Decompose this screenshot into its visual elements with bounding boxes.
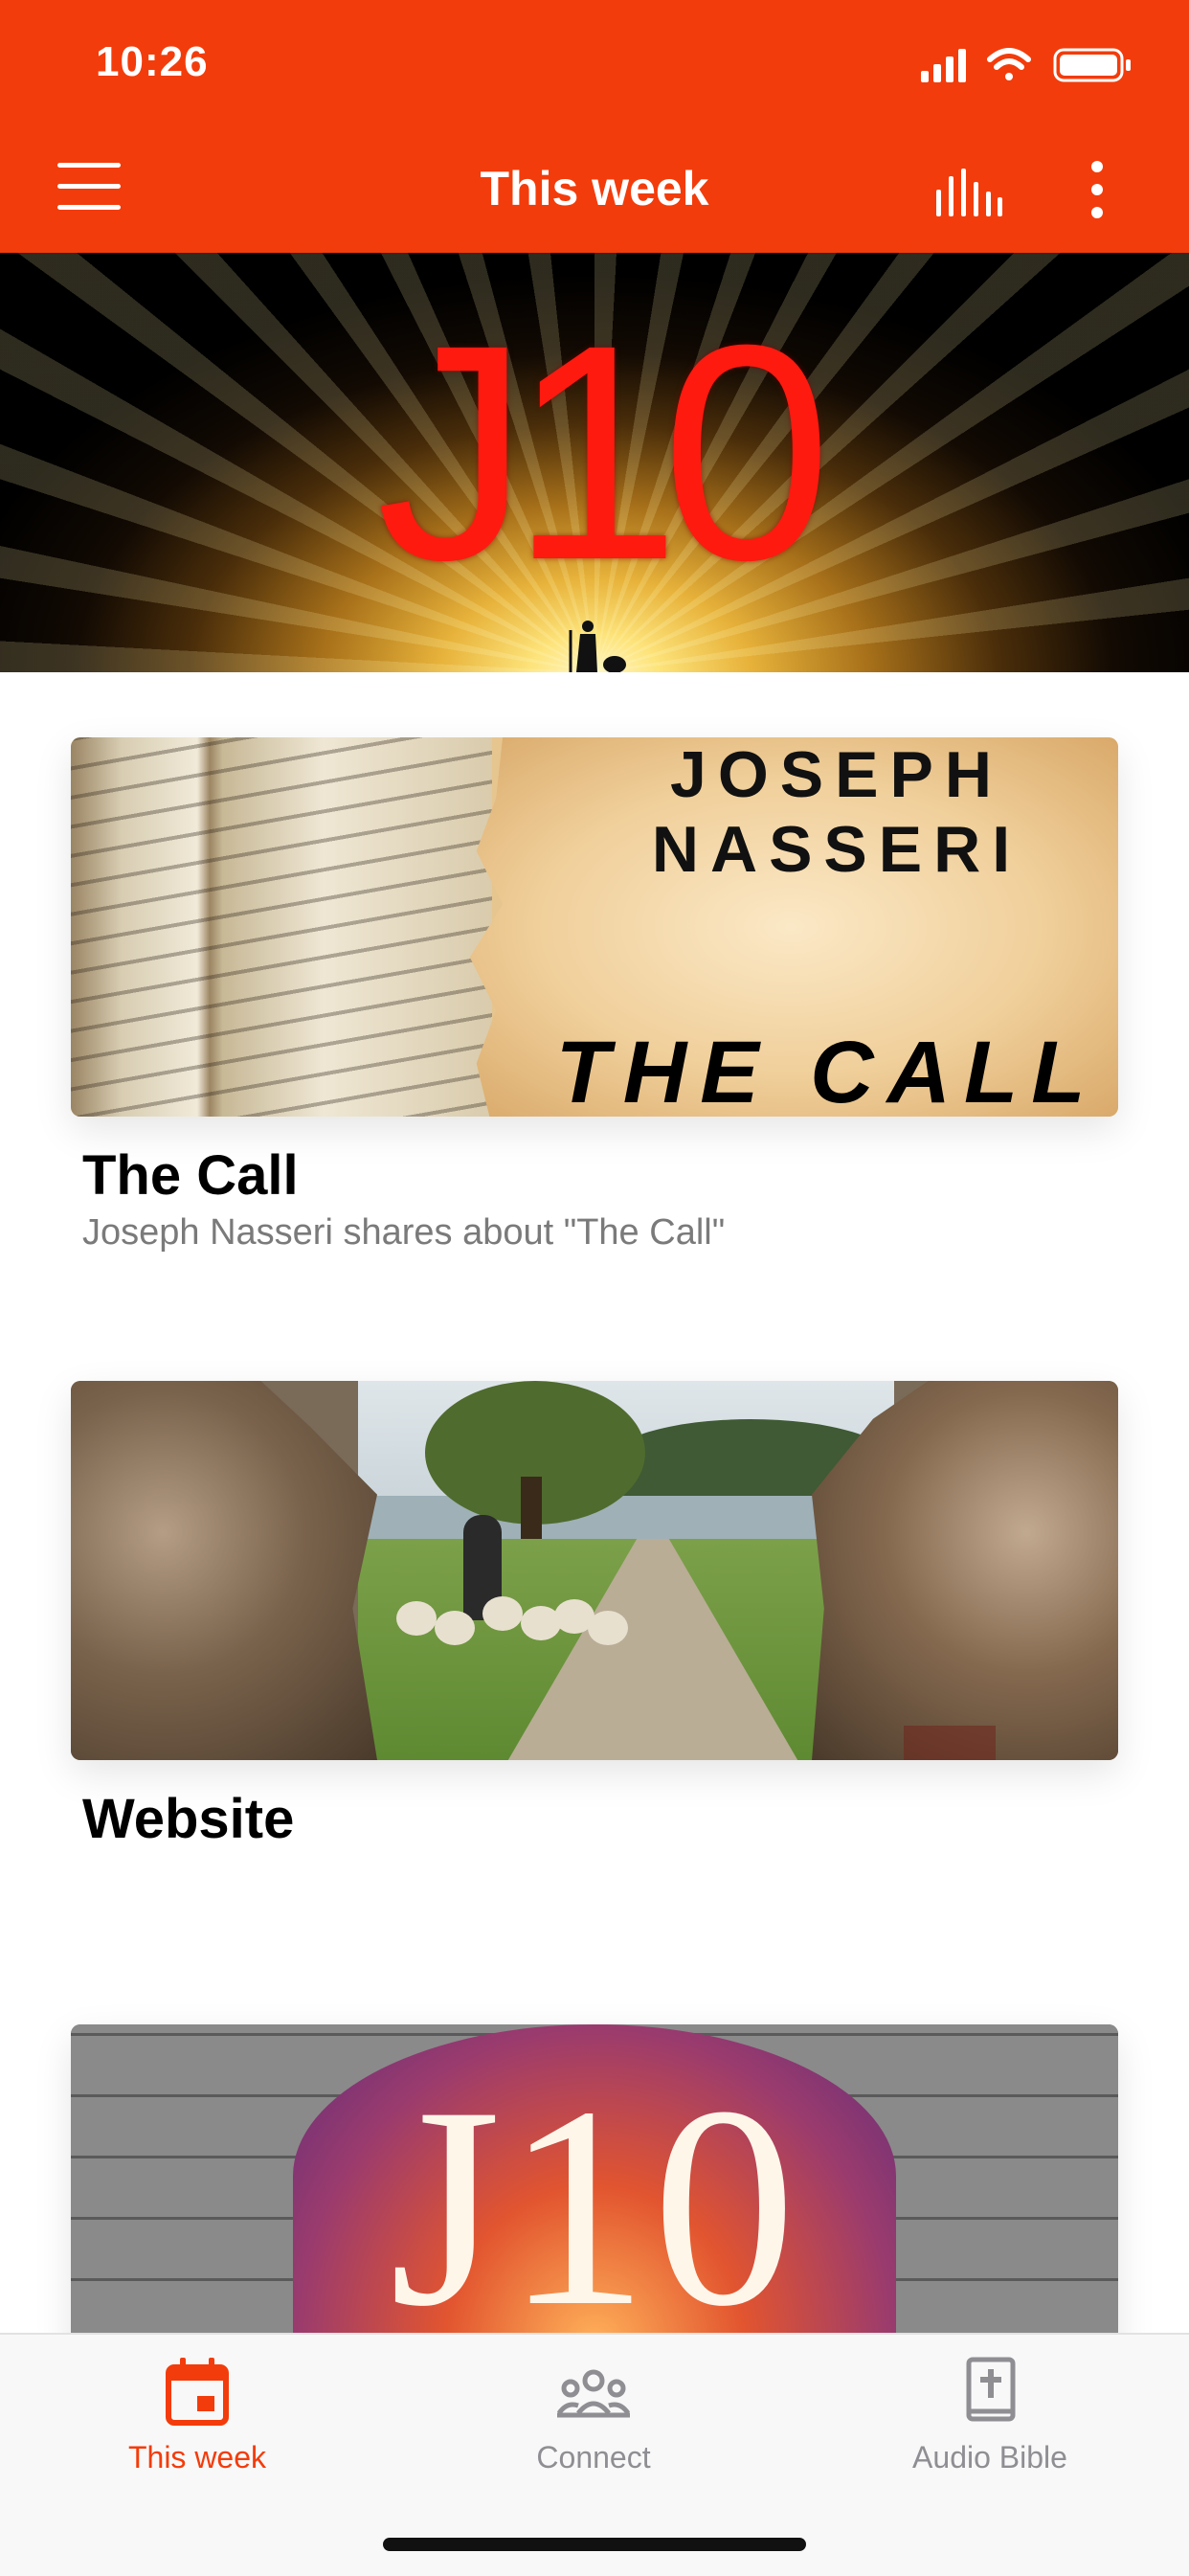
tab-connect[interactable]: Connect bbox=[450, 2354, 737, 2475]
hero-banner: J10 bbox=[0, 253, 1189, 672]
tab-label: This week bbox=[127, 2440, 267, 2474]
people-icon bbox=[556, 2369, 631, 2418]
tab-audio-bible[interactable]: Audio Bible bbox=[846, 2354, 1133, 2475]
stone-wall-left bbox=[71, 1381, 377, 1760]
sheep bbox=[588, 1611, 628, 1645]
status-icons bbox=[921, 48, 1131, 82]
calendar-icon bbox=[166, 2358, 229, 2426]
more-vertical-icon[interactable] bbox=[1086, 159, 1109, 220]
content-card-the-call[interactable]: JOSEPH NASSERI THE CALL The Call Joseph … bbox=[71, 737, 1118, 1254]
app-header: 10:26 This week bbox=[0, 0, 1189, 253]
sheep bbox=[396, 1601, 437, 1636]
watermark-logo bbox=[904, 1726, 996, 1760]
stone-wall-right bbox=[812, 1381, 1118, 1760]
card-image[interactable]: JOSEPH NASSERI THE CALL bbox=[71, 737, 1118, 1117]
card-subtitle: Joseph Nasseri shares about "The Call" bbox=[82, 1211, 726, 1253]
cellular-signal-icon bbox=[921, 49, 966, 82]
page-title: This week bbox=[480, 162, 709, 215]
equalizer-icon[interactable] bbox=[934, 169, 1003, 216]
card-title[interactable]: The Call bbox=[82, 1145, 1118, 1207]
image-logo: J10 bbox=[389, 2047, 800, 2365]
sheep bbox=[435, 1611, 475, 1645]
battery-icon bbox=[1053, 48, 1131, 82]
image-caption-title: THE CALL bbox=[555, 1024, 1099, 1117]
tab-label: Audio Bible bbox=[912, 2440, 1067, 2474]
bible-icon bbox=[966, 2357, 1016, 2422]
shepherd-silhouette-icon bbox=[569, 621, 626, 672]
tab-label: Connect bbox=[536, 2440, 651, 2474]
status-time: 10:26 bbox=[96, 38, 209, 85]
home-indicator[interactable] bbox=[383, 2538, 806, 2551]
hero-logo: J10 bbox=[376, 281, 832, 623]
tab-this-week[interactable]: This week bbox=[54, 2354, 341, 2475]
card-image[interactable] bbox=[71, 1381, 1118, 1760]
card-title[interactable]: Website bbox=[82, 1789, 1118, 1850]
image-caption-name: JOSEPH NASSERI bbox=[651, 738, 1022, 887]
content-card-website[interactable]: Website bbox=[71, 1381, 1118, 1850]
wifi-icon bbox=[987, 48, 1031, 80]
sheep bbox=[482, 1596, 523, 1631]
